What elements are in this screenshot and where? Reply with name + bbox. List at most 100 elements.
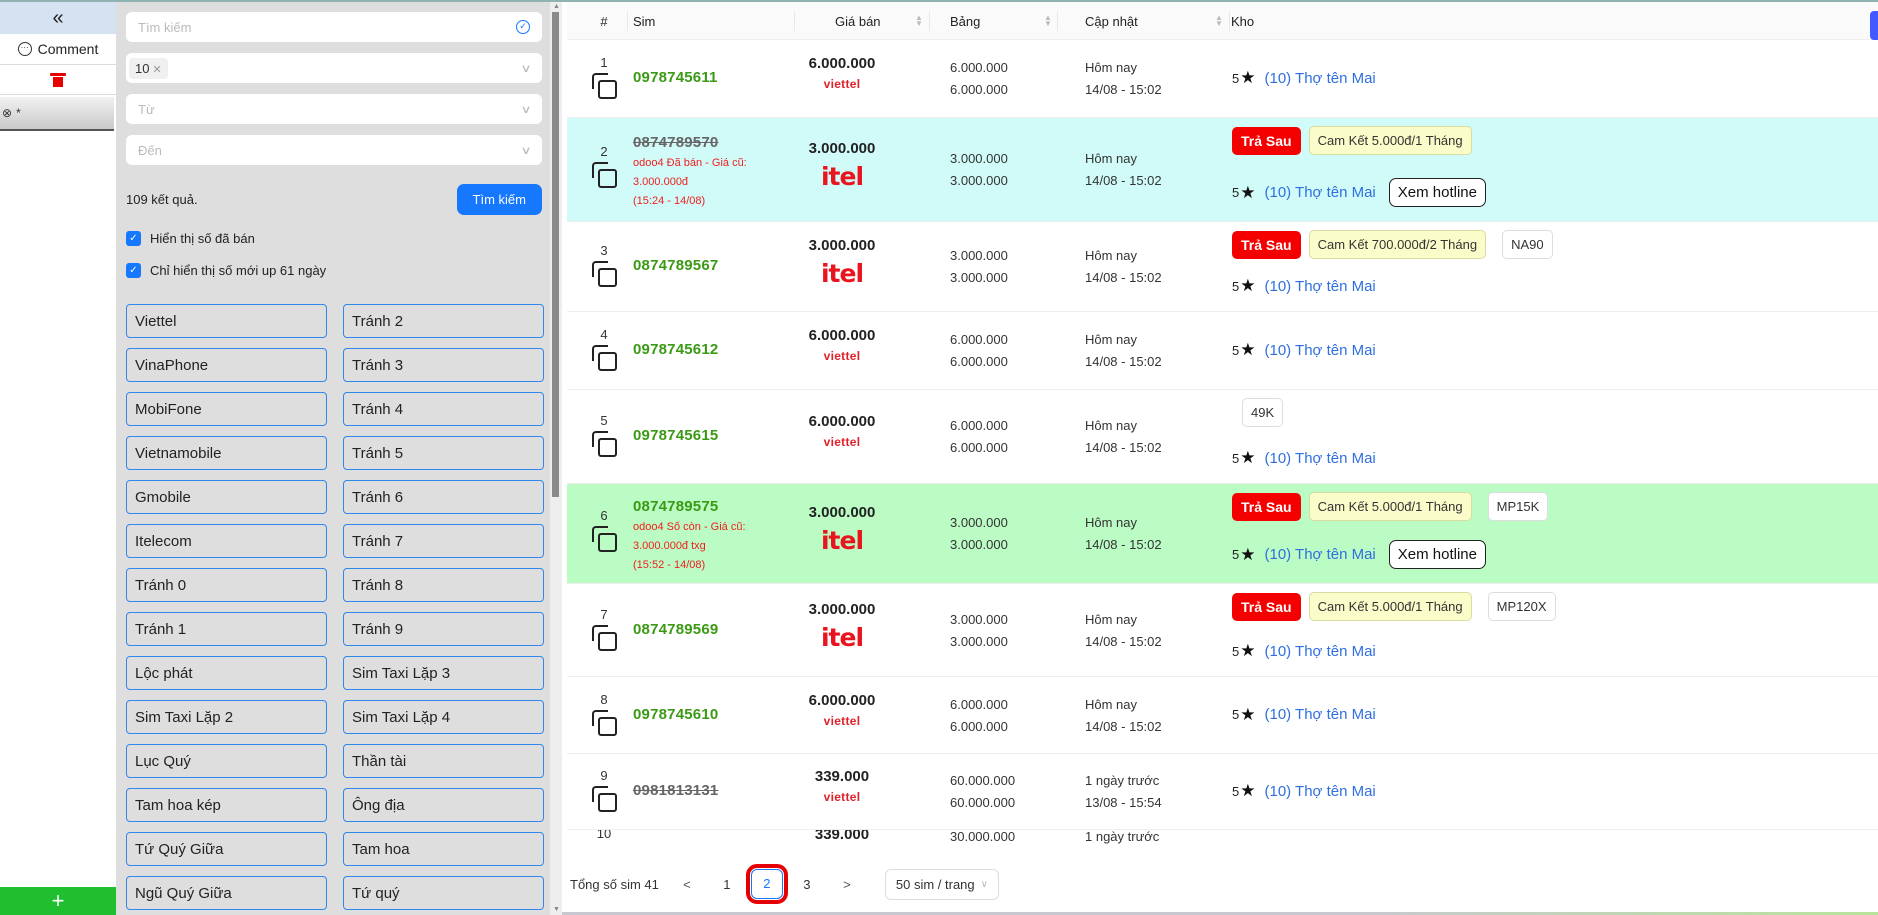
table-row[interactable]: 1 0978745611 6.000.000 viettel 6.000.000 6.00… [567,40,1878,118]
category-button[interactable]: Lộc phát [126,656,327,690]
close-circle-icon[interactable]: ⊗ [2,106,12,120]
sim-number[interactable]: 0874789567 [633,257,718,274]
table-row[interactable]: 6 0874789575 odoo4 Số còn - Giá cũ: 3.000.0… [567,484,1878,584]
add-button[interactable]: + [0,887,116,915]
remove-tag-icon[interactable]: ✕ [152,64,161,76]
sim-number[interactable]: 0874789569 [633,621,718,638]
warehouse-link[interactable]: (10) Thợ tên Mai [1264,643,1375,660]
copy-icon[interactable] [592,431,617,457]
table-row[interactable]: 9 0981813131 339.000 viettel 60.000.000 60.00… [567,754,1878,830]
table-row[interactable]: 10 339.000 30.000.000 1 ngày trước [567,830,1878,864]
sort-updated-icon[interactable]: ▲ ▼ [1215,2,1223,40]
sim-number[interactable]: 0981813131 [633,782,718,799]
copy-icon[interactable] [592,786,617,812]
view-hotline-button[interactable]: Xem hotline [1388,178,1486,207]
category-button[interactable]: Tránh 4 [343,392,544,426]
page-size-select[interactable]: 50 sim / trang ∨ [884,868,999,900]
sim-number[interactable]: 0978745610 [633,706,718,723]
table-row[interactable]: 7 0874789569 3.000.000 itel 3.000.000 3.000.0… [567,584,1878,677]
sim-number[interactable]: 0978745611 [633,69,718,86]
scroll-up-icon[interactable]: ▲ [553,3,560,10]
sim-number[interactable]: 0874789575 [633,498,718,515]
copy-icon[interactable] [592,162,617,188]
copy-icon[interactable] [592,526,617,552]
table-row[interactable]: 2 0874789570 odoo4 Đã bán - Giá cũ: 3.000.0… [567,118,1878,222]
view-hotline-button[interactable]: Xem hotline [1388,540,1486,569]
col-updated[interactable]: Cập nhật [1085,2,1138,40]
category-button[interactable]: Sim Taxi Lặp 2 [126,700,327,734]
side-panel-tab[interactable] [1870,11,1878,40]
category-button[interactable]: Viettel [126,304,327,338]
search-input[interactable]: Tìm kiếm ✓ [126,12,542,42]
col-board[interactable]: Bảng [950,2,980,40]
col-price[interactable]: Giá bán [835,2,885,40]
category-button[interactable]: Tránh 0 [126,568,327,602]
scrollbar-thumb[interactable] [552,12,559,497]
sim-number[interactable]: 0978745615 [633,427,718,444]
table-row[interactable]: 3 0874789567 3.000.000 itel 3.000.000 3.000.0… [567,222,1878,312]
page-3-button[interactable]: 3 [791,877,823,892]
copy-icon[interactable] [592,73,617,99]
delete-button[interactable] [0,65,116,95]
from-select[interactable]: Từ ∨ [126,94,542,124]
category-button[interactable]: Tránh 7 [343,524,544,558]
copy-icon[interactable] [592,709,617,736]
sort-price-icon[interactable]: ▲ ▼ [915,2,923,40]
warehouse-link[interactable]: (10) Thợ tên Mai [1264,546,1375,563]
category-button[interactable]: Tam hoa [343,832,544,866]
prev-page-button[interactable]: < [671,877,703,892]
to-select[interactable]: Đến ∨ [126,135,542,165]
page-2-button[interactable]: 2 [745,864,788,904]
category-button[interactable]: Tránh 5 [343,436,544,470]
comment-button[interactable]: ··· Comment [0,34,116,65]
warehouse-link[interactable]: (10) Thợ tên Mai [1264,783,1375,800]
category-button[interactable]: Tam hoa kép [126,788,327,822]
sim-number[interactable]: 0874789570 [633,134,718,151]
warehouse-link[interactable]: (10) Thợ tên Mai [1264,184,1375,201]
category-button[interactable]: Tứ Quý Giữa [126,832,327,866]
recent-only-checkbox[interactable]: ✓ Chỉ hiển thị số mới up 61 ngày [126,261,542,279]
category-button[interactable]: Tránh 1 [126,612,327,646]
table-row[interactable]: 5 0978745615 6.000.000 viettel 6.000.000 6.00… [567,390,1878,484]
category-button[interactable]: Gmobile [126,480,327,514]
category-button[interactable]: Lục Quý [126,744,327,778]
warehouse-link[interactable]: (10) Thợ tên Mai [1264,70,1375,87]
category-button[interactable]: Tránh 3 [343,348,544,382]
copy-icon[interactable] [592,345,617,371]
checkbox-checked-icon[interactable]: ✓ [126,230,141,246]
category-button[interactable]: Tránh 2 [343,304,544,338]
category-button[interactable]: Tránh 8 [343,568,544,602]
copy-icon[interactable] [592,261,617,287]
copy-icon[interactable] [592,624,617,651]
category-button[interactable]: Tứ quý [343,876,544,910]
filter-tab[interactable]: ⊗ * [0,97,114,131]
checkbox-checked-icon[interactable]: ✓ [126,262,141,278]
warehouse-link[interactable]: (10) Thợ tên Mai [1264,450,1375,467]
show-sold-checkbox[interactable]: ✓ Hiển thị số đã bán [126,229,542,247]
category-button[interactable]: Sim Taxi Lặp 4 [343,700,544,734]
filter-scrollbar[interactable]: ▲ ▼ [550,2,562,915]
sim-number[interactable]: 0978745612 [633,341,718,358]
category-button[interactable]: Vietnamobile [126,436,327,470]
warehouse-link[interactable]: (10) Thợ tên Mai [1264,342,1375,359]
category-button[interactable]: Tránh 6 [343,480,544,514]
category-button[interactable]: VinaPhone [126,348,327,382]
search-button[interactable]: Tìm kiếm [456,183,542,215]
category-button[interactable]: Thần tài [343,744,544,778]
scroll-down-icon[interactable]: ▼ [553,906,560,913]
prefix-select[interactable]: 10 ✕ ∨ [126,53,542,83]
next-page-button[interactable]: > [831,877,863,892]
category-button[interactable]: Ngũ Quý Giữa [126,876,327,910]
category-button[interactable]: Tránh 9 [343,612,544,646]
table-row[interactable]: 8 0978745610 6.000.000 viettel 6.000.000 6.00… [567,677,1878,754]
category-button[interactable]: Itelecom [126,524,327,558]
category-button[interactable]: MobiFone [126,392,327,426]
collapse-button[interactable]: « [0,2,116,34]
table-row[interactable]: 4 0978745612 6.000.000 viettel 6.000.000 6.00… [567,312,1878,390]
sort-board-icon[interactable]: ▲ ▼ [1044,2,1052,40]
warehouse-link[interactable]: (10) Thợ tên Mai [1264,706,1375,723]
category-button[interactable]: Ông địa [343,788,544,822]
category-button[interactable]: Sim Taxi Lặp 3 [343,656,544,690]
page-1-button[interactable]: 1 [711,877,743,892]
warehouse-link[interactable]: (10) Thợ tên Mai [1264,278,1375,295]
